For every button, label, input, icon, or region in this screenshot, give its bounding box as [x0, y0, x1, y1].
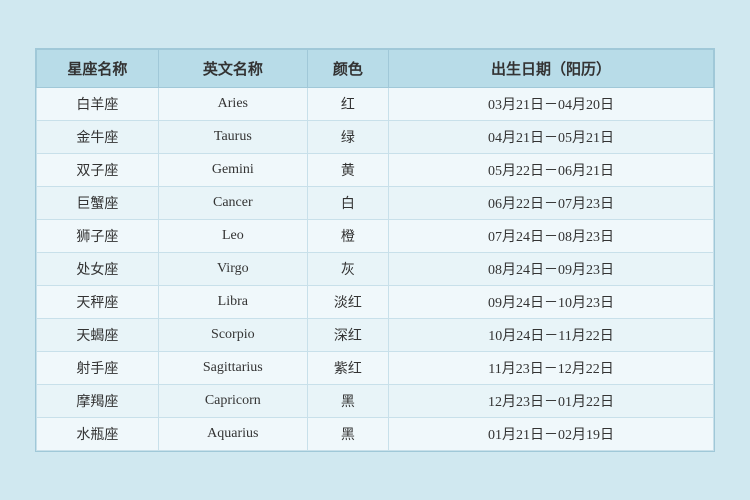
table-row: 天秤座Libra淡红09月24日－10月23日 [37, 286, 714, 319]
cell-color: 淡红 [307, 286, 388, 319]
cell-zh: 摩羯座 [37, 385, 159, 418]
cell-date: 05月22日－06月21日 [389, 154, 714, 187]
cell-en: Aquarius [158, 418, 307, 451]
header-date: 出生日期（阳历） [389, 50, 714, 88]
cell-color: 白 [307, 187, 388, 220]
cell-zh: 水瓶座 [37, 418, 159, 451]
cell-zh: 双子座 [37, 154, 159, 187]
cell-date: 03月21日－04月20日 [389, 88, 714, 121]
cell-date: 11月23日－12月22日 [389, 352, 714, 385]
cell-color: 绿 [307, 121, 388, 154]
table-row: 白羊座Aries红03月21日－04月20日 [37, 88, 714, 121]
cell-color: 红 [307, 88, 388, 121]
header-color: 颜色 [307, 50, 388, 88]
table-row: 双子座Gemini黄05月22日－06月21日 [37, 154, 714, 187]
table-row: 狮子座Leo橙07月24日－08月23日 [37, 220, 714, 253]
header-zh: 星座名称 [37, 50, 159, 88]
cell-en: Gemini [158, 154, 307, 187]
cell-color: 黑 [307, 418, 388, 451]
cell-en: Virgo [158, 253, 307, 286]
cell-en: Leo [158, 220, 307, 253]
cell-date: 08月24日－09月23日 [389, 253, 714, 286]
zodiac-table: 星座名称 英文名称 颜色 出生日期（阳历） 白羊座Aries红03月21日－04… [36, 49, 714, 451]
cell-date: 12月23日－01月22日 [389, 385, 714, 418]
cell-en: Taurus [158, 121, 307, 154]
cell-en: Libra [158, 286, 307, 319]
cell-en: Capricorn [158, 385, 307, 418]
zodiac-table-container: 星座名称 英文名称 颜色 出生日期（阳历） 白羊座Aries红03月21日－04… [35, 48, 715, 452]
cell-color: 灰 [307, 253, 388, 286]
cell-color: 黑 [307, 385, 388, 418]
cell-date: 09月24日－10月23日 [389, 286, 714, 319]
cell-zh: 射手座 [37, 352, 159, 385]
cell-zh: 天秤座 [37, 286, 159, 319]
table-body: 白羊座Aries红03月21日－04月20日金牛座Taurus绿04月21日－0… [37, 88, 714, 451]
cell-date: 04月21日－05月21日 [389, 121, 714, 154]
cell-date: 06月22日－07月23日 [389, 187, 714, 220]
cell-zh: 白羊座 [37, 88, 159, 121]
cell-date: 01月21日－02月19日 [389, 418, 714, 451]
table-row: 天蝎座Scorpio深红10月24日－11月22日 [37, 319, 714, 352]
table-row: 水瓶座Aquarius黑01月21日－02月19日 [37, 418, 714, 451]
cell-en: Aries [158, 88, 307, 121]
table-header-row: 星座名称 英文名称 颜色 出生日期（阳历） [37, 50, 714, 88]
cell-en: Cancer [158, 187, 307, 220]
header-en: 英文名称 [158, 50, 307, 88]
cell-zh: 天蝎座 [37, 319, 159, 352]
cell-zh: 巨蟹座 [37, 187, 159, 220]
cell-zh: 狮子座 [37, 220, 159, 253]
cell-en: Scorpio [158, 319, 307, 352]
cell-color: 黄 [307, 154, 388, 187]
cell-zh: 处女座 [37, 253, 159, 286]
cell-color: 深红 [307, 319, 388, 352]
table-row: 摩羯座Capricorn黑12月23日－01月22日 [37, 385, 714, 418]
cell-date: 10月24日－11月22日 [389, 319, 714, 352]
table-row: 金牛座Taurus绿04月21日－05月21日 [37, 121, 714, 154]
table-row: 巨蟹座Cancer白06月22日－07月23日 [37, 187, 714, 220]
cell-date: 07月24日－08月23日 [389, 220, 714, 253]
cell-color: 橙 [307, 220, 388, 253]
table-row: 射手座Sagittarius紫红11月23日－12月22日 [37, 352, 714, 385]
table-row: 处女座Virgo灰08月24日－09月23日 [37, 253, 714, 286]
cell-en: Sagittarius [158, 352, 307, 385]
cell-zh: 金牛座 [37, 121, 159, 154]
cell-color: 紫红 [307, 352, 388, 385]
